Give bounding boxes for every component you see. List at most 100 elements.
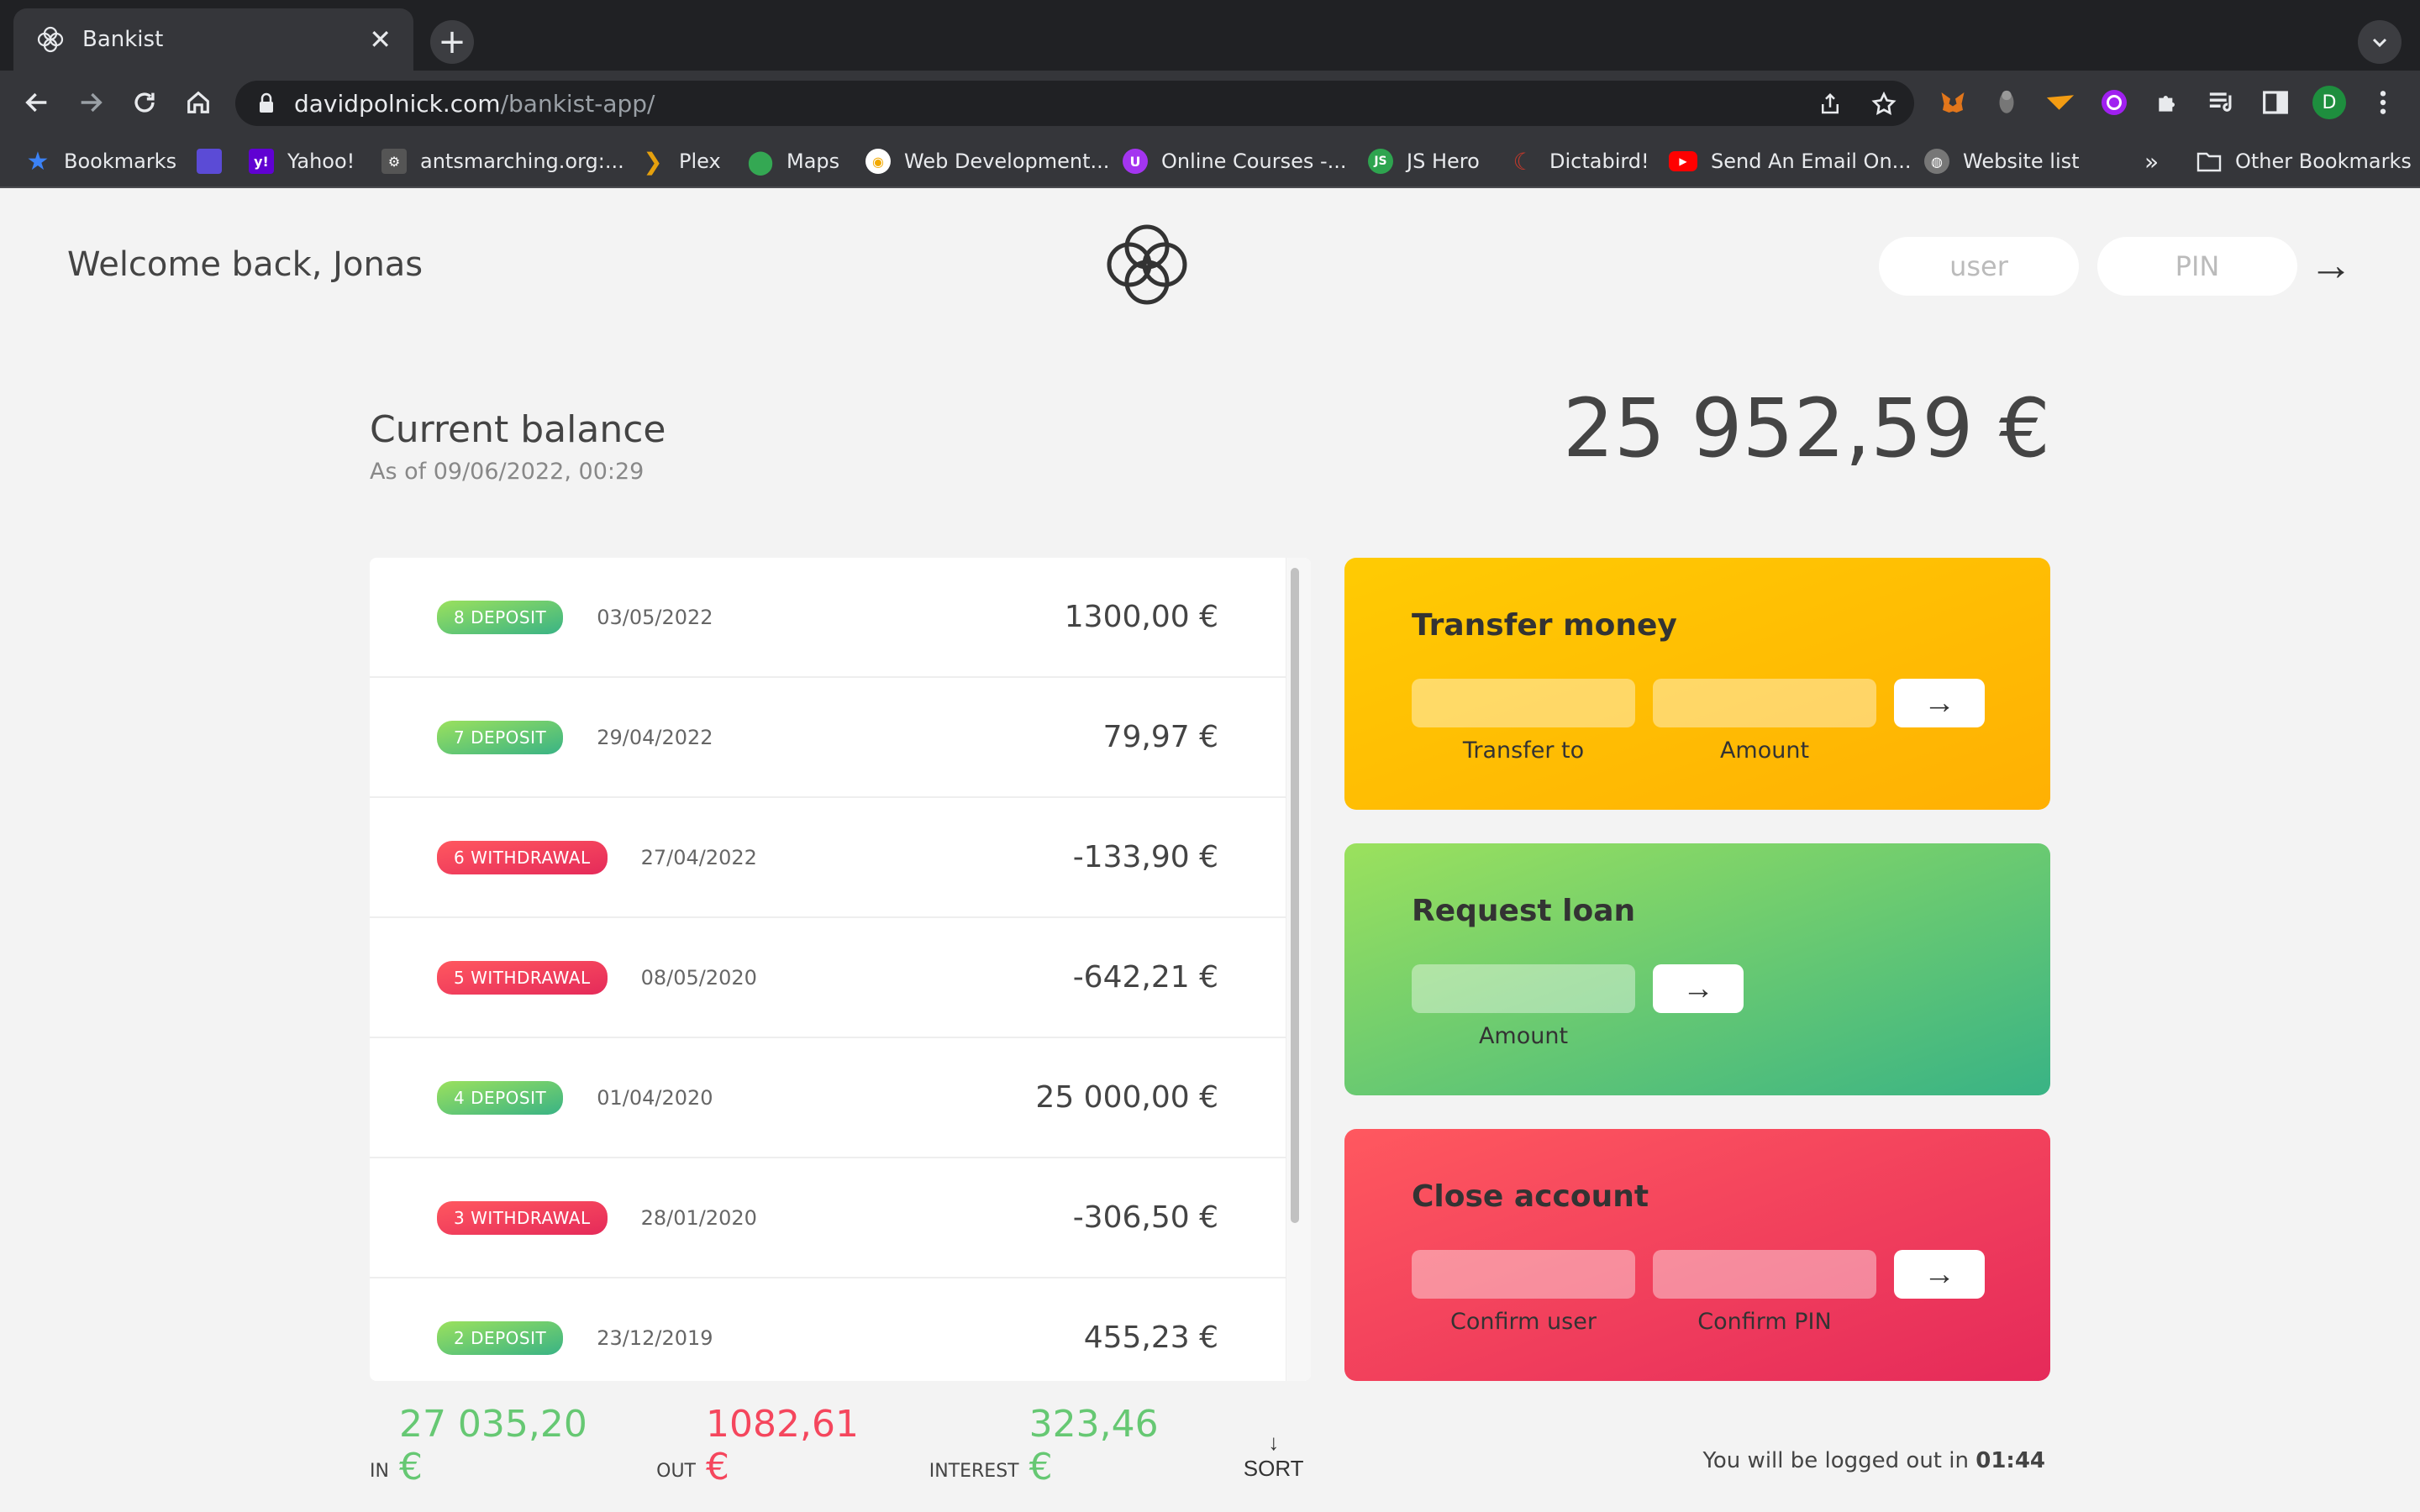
sort-button[interactable]: ↓ SORT (1236, 1430, 1311, 1488)
login-user-input[interactable] (1879, 237, 2079, 296)
tab-close-icon[interactable]: ✕ (369, 24, 392, 55)
logout-timer-text: You will be logged out in (1702, 1448, 1969, 1473)
forward-arrow-icon (81, 92, 103, 113)
extension-ghost-icon[interactable] (1990, 86, 2023, 119)
movement-type-badge: 3 withdrawal (437, 1200, 608, 1235)
movement-date: 28/01/2020 (640, 1205, 757, 1230)
share-icon[interactable] (1815, 89, 1845, 119)
udemy-icon: U (1123, 149, 1148, 174)
confirm-pin-label: Confirm PIN (1697, 1309, 1832, 1335)
browser-menu-icon[interactable] (2366, 86, 2400, 119)
extension-purple-icon[interactable] (2097, 86, 2131, 119)
bookmark-yahoo[interactable]: y! Yahoo! (249, 143, 355, 180)
summary-interest-label: Interest (929, 1461, 1019, 1482)
chevron-down-icon (2372, 38, 2387, 48)
home-icon (187, 91, 209, 113)
bookmark-app[interactable] (197, 143, 235, 180)
yahoo-icon: y! (249, 149, 274, 174)
movement-date: 27/04/2022 (640, 845, 757, 869)
bankist-logo-icon (1107, 224, 1187, 305)
bookmark-send-email[interactable]: ▶ Send An Email On... (1669, 143, 1912, 180)
bookmark-maps[interactable]: ⬤ Maps (747, 143, 839, 180)
bookmark-js-hero[interactable]: JS JS Hero (1368, 143, 1480, 180)
balance-value: 25 952,59 € (1562, 381, 2050, 475)
address-bar[interactable]: davidpolnick.com/bankist-app/ (235, 81, 1914, 126)
bookmark-other-bookmarks[interactable]: Other Bookmarks (2196, 143, 2412, 180)
movement-type-badge: 2 deposit (437, 1320, 564, 1355)
login-pin-input[interactable] (2097, 237, 2297, 296)
tab-bankist[interactable]: Bankist ✕ (13, 8, 413, 71)
bookmark-dictabird[interactable]: ☾ Dictabird! (1511, 143, 1649, 180)
metamask-extension-icon[interactable] (1936, 86, 1970, 119)
back-button[interactable] (17, 82, 57, 123)
dictabird-icon: ☾ (1512, 147, 1534, 176)
tab-search-button[interactable] (2358, 20, 2402, 64)
movement-value: 1300,00 € (1064, 600, 1218, 634)
media-playlist-icon[interactable] (2205, 86, 2238, 119)
bookmark-star-icon[interactable] (1869, 89, 1899, 119)
movement-type-badge: 6 withdrawal (437, 840, 608, 874)
ants-icon: ⚙ (381, 149, 407, 174)
folder-icon (2196, 149, 2222, 174)
welcome-message: Welcome back, Jonas (67, 245, 424, 284)
transfer-amount-label: Amount (1719, 738, 1810, 764)
loan-amount-label: Amount (1478, 1023, 1569, 1049)
bookmarks-bar: ★ Bookmarks y! Yahoo! ⚙ antsmarching.org:..… (0, 134, 2420, 188)
new-tab-button[interactable]: + (430, 20, 474, 64)
tab-title: Bankist (82, 27, 164, 52)
reload-button[interactable] (124, 82, 165, 123)
bankist-page: Welcome back, Jonas → Current balance As… (0, 188, 2420, 1512)
transfer-title: Transfer money (1412, 608, 1677, 643)
webdev-icon: ◉ (865, 149, 891, 174)
movement-row: 4 deposit 01/04/2020 25 000,00 € (370, 1038, 1286, 1158)
transfer-to-input[interactable] (1412, 679, 1635, 727)
bookmark-web-development[interactable]: ◉ Web Development... (865, 143, 1109, 180)
confirm-pin-input[interactable] (1653, 1250, 1876, 1299)
bookmark-bookmarks[interactable]: ★ Bookmarks (25, 143, 177, 180)
side-panel-icon[interactable] (2259, 86, 2292, 119)
extension-orange-icon[interactable] (2044, 86, 2077, 119)
movement-row: 7 deposit 29/04/2022 79,97 € (370, 678, 1286, 798)
movement-date: 08/05/2020 (640, 965, 757, 990)
url-path: /bankist-app/ (500, 89, 655, 118)
forward-button[interactable] (71, 82, 111, 123)
movement-type-badge: 7 deposit (437, 720, 564, 754)
extensions-puzzle-icon[interactable] (2151, 86, 2185, 119)
profile-avatar[interactable]: D (2312, 86, 2346, 119)
home-button[interactable] (178, 82, 218, 123)
loan-amount-input[interactable] (1412, 964, 1635, 1013)
close-account-submit-button[interactable]: → (1894, 1250, 1985, 1299)
movement-date: 29/04/2022 (597, 725, 713, 749)
bookmark-plex[interactable]: ❯ Plex (640, 143, 720, 180)
movement-value: -306,50 € (1072, 1200, 1218, 1235)
movement-value: -642,21 € (1072, 960, 1218, 995)
summary-in-label: In (370, 1461, 389, 1482)
browser-toolbar: davidpolnick.com/bankist-app/ D (0, 71, 2420, 134)
jshero-icon: JS (1368, 149, 1393, 174)
maps-icon: ⬤ (747, 147, 774, 176)
transfer-panel: Transfer money → Transfer to Amount (1344, 558, 2050, 810)
movements-scrollbar[interactable] (1291, 568, 1299, 1223)
app-icon (197, 149, 222, 174)
back-arrow-icon (25, 92, 47, 113)
globe-icon: ◍ (1924, 149, 1949, 174)
transfer-amount-input[interactable] (1653, 679, 1876, 727)
close-account-title: Close account (1412, 1179, 1649, 1214)
movement-type-badge: 4 deposit (437, 1080, 564, 1115)
bookmark-antsmarching[interactable]: ⚙ antsmarching.org:... (381, 143, 624, 180)
movement-row: 3 withdrawal 28/01/2020 -306,50 € (370, 1158, 1286, 1278)
transfer-submit-button[interactable]: → (1894, 679, 1985, 727)
bookmark-online-courses[interactable]: U Online Courses -... (1123, 143, 1347, 180)
summary-out-value: 1082,61 € (706, 1403, 859, 1488)
movement-type-badge: 8 deposit (437, 600, 564, 634)
summary-out-label: Out (656, 1461, 696, 1482)
confirm-user-input[interactable] (1412, 1250, 1635, 1299)
movement-value: 79,97 € (1102, 720, 1218, 754)
movement-date: 03/05/2022 (597, 605, 713, 629)
bookmarks-overflow-button[interactable]: » (2144, 143, 2159, 180)
login-button[interactable]: → (2309, 244, 2353, 287)
loan-submit-button[interactable]: → (1653, 964, 1744, 1013)
movements-list[interactable]: 8 deposit 03/05/2022 1300,00 € 7 deposit… (370, 558, 1311, 1381)
close-account-panel: Close account → Confirm user Confirm PIN (1344, 1129, 2050, 1381)
bookmark-website-list[interactable]: ◍ Website list (1924, 143, 2080, 180)
